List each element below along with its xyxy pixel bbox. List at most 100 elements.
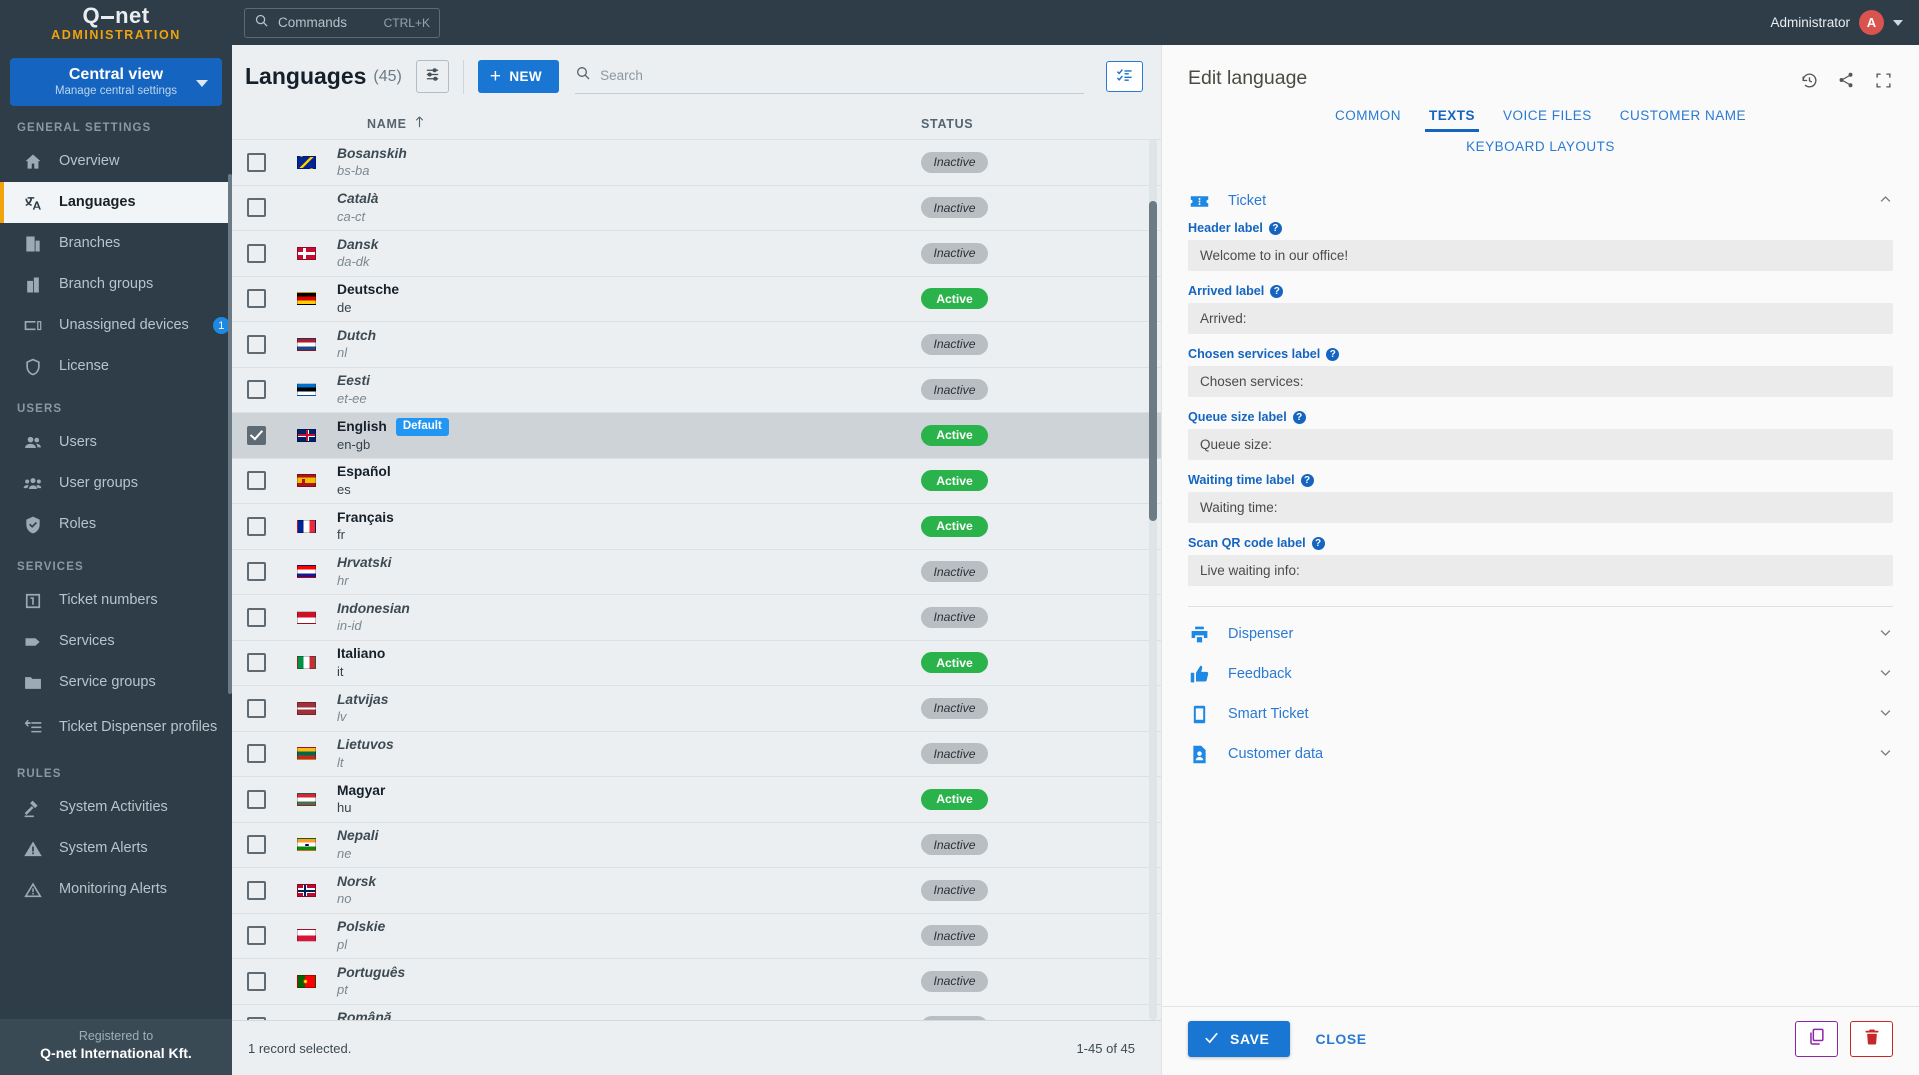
- tab-texts[interactable]: TEXTS: [1415, 103, 1489, 132]
- help-icon[interactable]: ?: [1326, 347, 1340, 361]
- delete-button[interactable]: [1850, 1021, 1893, 1057]
- row-checkbox[interactable]: [247, 198, 266, 218]
- sidebar-item-services[interactable]: Services: [0, 621, 232, 662]
- column-header-name[interactable]: NAME: [297, 116, 921, 131]
- row-checkbox-cell[interactable]: [247, 516, 297, 536]
- tab-voice-files[interactable]: VOICE FILES: [1489, 103, 1606, 132]
- row-checkbox-cell[interactable]: [247, 243, 297, 263]
- view-selector[interactable]: Central view Manage central settings: [10, 58, 222, 106]
- chosen-services-label-input[interactable]: [1188, 366, 1893, 397]
- sidebar-item-roles[interactable]: Roles: [0, 504, 232, 545]
- column-header-status[interactable]: STATUS: [921, 117, 1161, 131]
- chevron-down-icon[interactable]: [1878, 745, 1893, 763]
- row-checkbox-cell[interactable]: [247, 971, 297, 991]
- table-scrollbar[interactable]: [1149, 139, 1157, 1020]
- tab-common[interactable]: COMMON: [1321, 103, 1415, 132]
- account-menu[interactable]: Administrator A: [1770, 10, 1919, 35]
- chevron-down-icon[interactable]: [196, 80, 208, 87]
- help-icon[interactable]: ?: [1270, 284, 1284, 298]
- row-checkbox-cell[interactable]: [247, 471, 297, 491]
- table-row[interactable]: Indonesian in-id Inactive: [232, 594, 1161, 640]
- avatar[interactable]: A: [1859, 10, 1884, 35]
- chevron-down-icon[interactable]: [1878, 705, 1893, 723]
- table-row[interactable]: English Default en-gb Active: [232, 412, 1161, 458]
- section-customer-data[interactable]: Customer data: [1188, 734, 1893, 774]
- chevron-up-icon[interactable]: [1878, 192, 1893, 210]
- column-select-button[interactable]: [1106, 61, 1143, 92]
- help-icon[interactable]: ?: [1268, 221, 1282, 235]
- section-smart-ticket[interactable]: Smart Ticket: [1188, 694, 1893, 734]
- share-icon[interactable]: [1836, 70, 1856, 90]
- sidebar-item-languages[interactable]: Languages: [0, 182, 232, 223]
- row-checkbox[interactable]: [247, 243, 266, 263]
- row-checkbox-cell[interactable]: [247, 653, 297, 673]
- row-checkbox-cell[interactable]: [247, 789, 297, 809]
- header-label-input[interactable]: [1188, 240, 1893, 271]
- sidebar-item-user-groups[interactable]: User groups: [0, 463, 232, 504]
- table-row[interactable]: Polskie pl Inactive: [232, 912, 1161, 959]
- row-checkbox[interactable]: [247, 698, 266, 718]
- tab-keyboard-layouts[interactable]: KEYBOARD LAYOUTS: [1452, 134, 1629, 163]
- row-checkbox[interactable]: [247, 880, 266, 900]
- table-row[interactable]: Português pt Inactive: [232, 958, 1161, 1004]
- row-checkbox-cell[interactable]: [247, 425, 297, 445]
- row-checkbox[interactable]: [247, 744, 266, 764]
- sidebar-item-branch-groups[interactable]: Branch groups: [0, 264, 232, 305]
- table-row[interactable]: Español es Active: [232, 457, 1161, 504]
- row-checkbox-cell[interactable]: [247, 1017, 297, 1020]
- row-checkbox[interactable]: [247, 425, 266, 445]
- sidebar-item-ticket-dispenser-profiles[interactable]: Ticket Dispenser profiles: [0, 703, 232, 752]
- table-row[interactable]: Eesti et-ee Inactive: [232, 366, 1161, 413]
- table-row[interactable]: Latvijas lv Inactive: [232, 685, 1161, 731]
- table-row[interactable]: Français fr Active: [232, 503, 1161, 549]
- arrived-label-input[interactable]: [1188, 303, 1893, 334]
- waiting-time-label-input[interactable]: [1188, 492, 1893, 523]
- section-feedback[interactable]: Feedback: [1188, 654, 1893, 694]
- sidebar-item-users[interactable]: Users: [0, 422, 232, 463]
- sidebar-item-system-activities[interactable]: System Activities: [0, 787, 232, 828]
- expand-icon[interactable]: [1873, 70, 1893, 90]
- chevron-down-icon[interactable]: [1878, 665, 1893, 683]
- table-row[interactable]: Magyar hu Active: [232, 776, 1161, 822]
- save-button[interactable]: SAVE: [1188, 1021, 1290, 1057]
- table-row[interactable]: RomânăroInactive: [232, 1003, 1161, 1020]
- row-checkbox-cell[interactable]: [247, 744, 297, 764]
- row-checkbox-cell[interactable]: [247, 607, 297, 627]
- table-row[interactable]: Hrvatski hr Inactive: [232, 548, 1161, 595]
- row-checkbox[interactable]: [247, 562, 266, 582]
- chevron-down-icon[interactable]: [1878, 625, 1893, 643]
- sidebar-item-overview[interactable]: Overview: [0, 141, 232, 182]
- new-button[interactable]: + NEW: [477, 60, 560, 93]
- sidebar-scrollbar-thumb[interactable]: [228, 174, 232, 694]
- row-checkbox-cell[interactable]: [247, 562, 297, 582]
- row-checkbox[interactable]: [247, 380, 266, 400]
- row-checkbox[interactable]: [247, 835, 266, 855]
- table-row[interactable]: Italiano it Active: [232, 639, 1161, 686]
- sidebar-item-branches[interactable]: Branches: [0, 223, 232, 264]
- duplicate-button[interactable]: [1795, 1021, 1838, 1057]
- row-checkbox[interactable]: [247, 971, 266, 991]
- help-icon[interactable]: ?: [1292, 410, 1306, 424]
- sidebar-item-license[interactable]: License: [0, 346, 232, 387]
- table-row[interactable]: Lietuvos lt Inactive: [232, 730, 1161, 777]
- section-dispenser[interactable]: Dispenser: [1188, 614, 1893, 654]
- row-checkbox-cell[interactable]: [247, 289, 297, 309]
- row-checkbox-cell[interactable]: [247, 880, 297, 900]
- sidebar-item-unassigned-devices[interactable]: Unassigned devices 1: [0, 305, 232, 346]
- table-row[interactable]: Dansk da-dk Inactive: [232, 230, 1161, 276]
- row-checkbox[interactable]: [247, 653, 266, 673]
- sidebar-item-monitoring-alerts[interactable]: Monitoring Alerts: [0, 869, 232, 910]
- search-input[interactable]: [600, 67, 1084, 83]
- row-checkbox[interactable]: [247, 926, 266, 946]
- row-checkbox[interactable]: [247, 334, 266, 354]
- table-row[interactable]: Dutch nl Inactive: [232, 321, 1161, 367]
- chevron-down-icon[interactable]: [1893, 19, 1903, 26]
- search-box[interactable]: [575, 60, 1084, 94]
- close-button[interactable]: CLOSE: [1316, 1031, 1367, 1047]
- row-checkbox-cell[interactable]: [247, 380, 297, 400]
- help-icon[interactable]: ?: [1311, 536, 1325, 550]
- tab-customer-name[interactable]: CUSTOMER NAME: [1606, 103, 1760, 132]
- row-checkbox[interactable]: [247, 789, 266, 809]
- section-ticket[interactable]: Ticket: [1188, 181, 1893, 221]
- help-icon[interactable]: ?: [1300, 473, 1314, 487]
